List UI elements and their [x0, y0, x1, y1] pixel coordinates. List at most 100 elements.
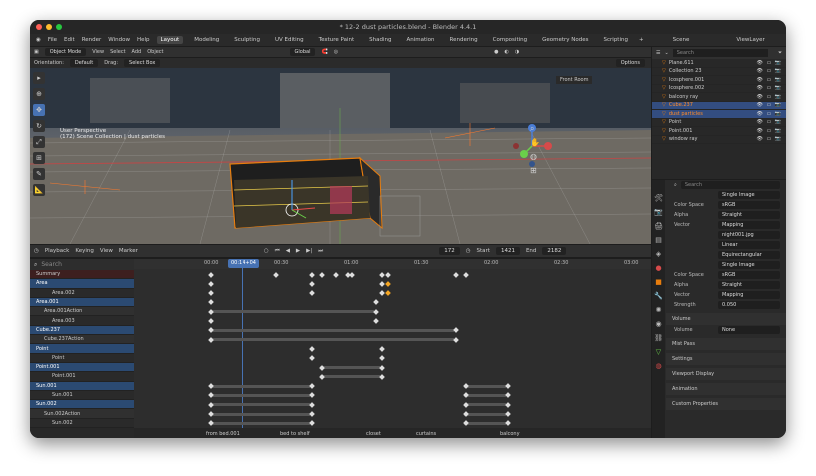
orientation-selector[interactable]: Default	[69, 59, 99, 67]
dope-sheet[interactable]: 00:00 00:30 01:00 01:30 02:00 02:30 03:00 00:14…	[134, 259, 651, 438]
snap-icon[interactable]: 🧲	[321, 49, 327, 55]
timeline-marker[interactable]: from bed.001	[206, 431, 240, 437]
keyframe[interactable]	[505, 392, 511, 399]
channel-row[interactable]: Area.001Action	[30, 307, 134, 317]
collapsed-panel[interactable]: Animation	[666, 383, 786, 395]
tab-texture-paint[interactable]: Texture Paint	[315, 36, 359, 44]
outliner-item[interactable]: ▽ Cube.237 👁 ▭ 📷	[652, 101, 786, 110]
keyframe[interactable]	[309, 401, 315, 408]
keyframe[interactable]	[453, 271, 459, 278]
play-icon[interactable]: ▶	[296, 248, 300, 254]
output-tab-icon[interactable]: 🖨	[654, 222, 663, 230]
channel-row[interactable]: Point	[30, 353, 134, 363]
playhead-time-label[interactable]: 00:14+04	[228, 259, 259, 268]
channel-row[interactable]: Point.001	[30, 372, 134, 382]
tab-geometry-nodes[interactable]: Geometry Nodes	[538, 36, 592, 44]
blender-logo-icon[interactable]: ◉	[36, 37, 41, 43]
keyframe[interactable]	[373, 318, 379, 324]
physics-tab-icon[interactable]: ◉	[655, 320, 663, 328]
viewport-menu-select[interactable]: Select	[110, 49, 125, 55]
keyframe[interactable]	[208, 299, 214, 306]
keyframe[interactable]	[273, 271, 279, 278]
ortho-grid-icon[interactable]: ⊞	[530, 166, 540, 176]
keyframe[interactable]	[505, 401, 511, 408]
editor-type-clock-icon[interactable]: ◷	[34, 248, 39, 254]
visibility-toggles-icon[interactable]: 👁 ▭ 📷	[757, 136, 782, 142]
view-layer-tab-icon[interactable]: ▤	[655, 236, 663, 244]
editor-type-icon[interactable]: ▣	[34, 49, 39, 55]
channel-row[interactable]: Summary	[30, 270, 134, 280]
property-value[interactable]: sRGB	[718, 201, 780, 209]
tab-animation[interactable]: Animation	[402, 36, 438, 44]
outliner-item[interactable]: ▽ Point 👁 ▭ 📷	[652, 119, 786, 127]
keyframe[interactable]	[208, 420, 214, 427]
outliner-item[interactable]: ▽ Collection 23 👁 ▭ 📷	[652, 68, 786, 76]
timeline-menu-view[interactable]: View	[100, 248, 113, 254]
channel-row[interactable]: Sun.001	[30, 390, 134, 401]
channel-row[interactable]: Sun.002	[30, 418, 134, 429]
keyframe[interactable]	[373, 299, 379, 306]
collapsed-panel[interactable]: Mist Pass	[666, 338, 786, 350]
channel-row[interactable]: Cube.237Action	[30, 335, 134, 345]
keyframe[interactable]	[453, 336, 459, 343]
property-value[interactable]: sRGB	[718, 271, 780, 279]
visibility-toggles-icon[interactable]: 👁 ▭ 📷	[757, 68, 782, 74]
camera-view-icon[interactable]: ◍	[530, 152, 540, 162]
property-value[interactable]: Mapping	[718, 291, 780, 299]
keyframe[interactable]	[453, 327, 459, 334]
keyframe[interactable]	[208, 318, 214, 324]
timeline-menu-playback[interactable]: Playback	[45, 248, 70, 254]
view-layer-selector[interactable]: ViewLayer	[736, 37, 764, 43]
keyframe[interactable]	[385, 271, 391, 278]
transform-tool-icon[interactable]: ⊞	[33, 152, 45, 164]
step-back-icon[interactable]: ◀	[286, 248, 290, 254]
keyframe[interactable]	[463, 420, 469, 427]
shading-solid-icon[interactable]: ●	[494, 49, 498, 55]
visibility-toggles-icon[interactable]: 👁 ▭ 📷	[757, 111, 782, 117]
select-tool-icon[interactable]: ▸	[33, 72, 45, 84]
channel-row[interactable]: Sun.002Action	[30, 409, 134, 419]
keyframe[interactable]	[309, 346, 315, 352]
property-value[interactable]: Straight	[718, 281, 780, 289]
channel-row[interactable]: Area.003	[30, 316, 134, 326]
keyframe[interactable]	[505, 420, 511, 427]
shading-rendered-icon[interactable]: ◑	[515, 49, 519, 55]
collapsed-panel[interactable]: Viewport Display	[666, 368, 786, 380]
timeline-marker[interactable]: balcony	[500, 431, 520, 437]
keyframe[interactable]	[208, 392, 214, 399]
timeline-marker[interactable]: closet	[366, 431, 381, 437]
channel-row[interactable]: Area.002	[30, 288, 134, 298]
property-value[interactable]: Linear	[718, 241, 780, 249]
menu-window[interactable]: Window	[108, 37, 130, 43]
keyframe[interactable]	[505, 411, 511, 417]
timeline-menu-marker[interactable]: Marker	[119, 248, 138, 254]
data-tab-icon[interactable]: ▽	[655, 348, 663, 356]
outliner-filter-icon[interactable]: ⌄	[664, 50, 668, 56]
keyframe[interactable]	[208, 271, 214, 278]
property-value[interactable]: Mapping	[718, 221, 780, 229]
keyframe[interactable]	[379, 290, 385, 296]
minimize-window-button[interactable]	[46, 24, 52, 30]
render-tab-icon[interactable]: 📷	[654, 208, 663, 216]
shading-material-icon[interactable]: ◐	[504, 49, 508, 55]
rotate-tool-icon[interactable]: ↻	[33, 120, 45, 132]
keyframe[interactable]	[505, 383, 511, 389]
keyframe[interactable]	[333, 271, 339, 278]
property-value[interactable]: Single Image	[718, 261, 780, 269]
keyframe[interactable]	[373, 308, 379, 315]
end-frame-field[interactable]: 2182	[542, 247, 567, 255]
property-value[interactable]: Straight	[718, 211, 780, 219]
keyframe[interactable]	[309, 411, 315, 417]
keyframe[interactable]	[309, 290, 315, 296]
collapsed-panel[interactable]: Settings	[666, 353, 786, 365]
proportional-edit-icon[interactable]: ◎	[334, 49, 338, 55]
viewport-menu-view[interactable]: View	[92, 49, 104, 55]
scene-selector[interactable]: Scene	[673, 37, 690, 43]
particles-tab-icon[interactable]: ✺	[655, 306, 663, 314]
step-forward-icon[interactable]: ▶|	[306, 248, 312, 254]
viewport-menu-add[interactable]: Add	[132, 49, 142, 55]
keyframe[interactable]	[463, 271, 469, 278]
current-frame-field[interactable]: 172	[439, 247, 460, 255]
property-value[interactable]: night001.jpg	[718, 231, 780, 239]
keyframe[interactable]	[349, 271, 355, 278]
